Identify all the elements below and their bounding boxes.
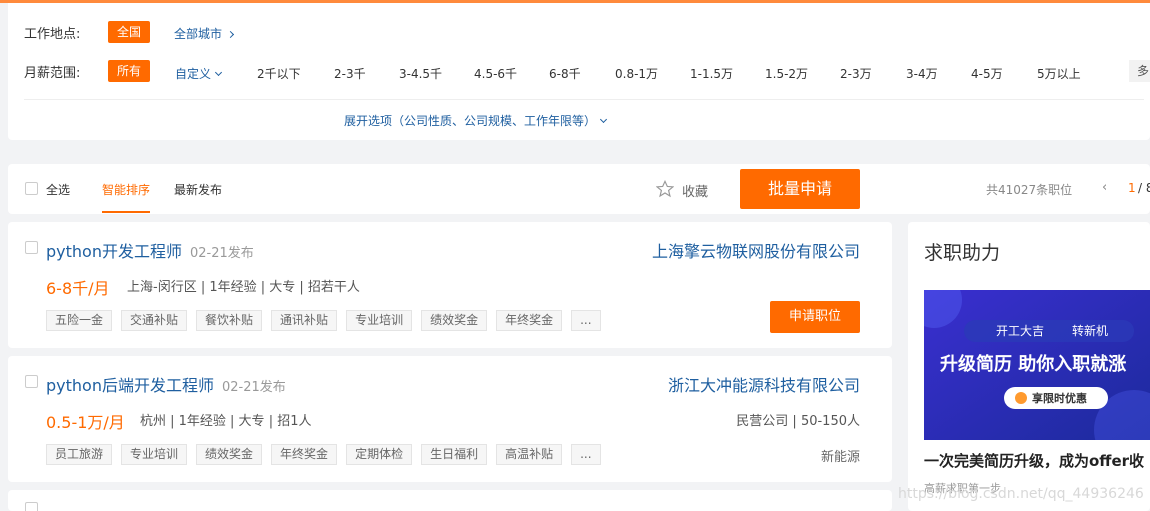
banner-top-text: 开工大吉 bbox=[996, 324, 1045, 338]
job-tag: 餐饮补贴 bbox=[196, 310, 263, 331]
expand-options-label: 展开选项（公司性质、公司规模、工作年限等） bbox=[343, 114, 596, 128]
banner-top-text-2: 转新机 bbox=[1072, 324, 1109, 338]
location-all-pill[interactable]: 全国 bbox=[108, 21, 151, 43]
promo-title[interactable]: 一次完美简历升级，成为offer收 bbox=[924, 450, 1144, 471]
location-row: 工作地点: 全国 bbox=[24, 21, 151, 43]
salary-option[interactable]: 1-1.5万 bbox=[690, 65, 733, 82]
job-tag: 五险一金 bbox=[46, 310, 113, 331]
job-card[interactable]: python开发工程师 02-21发布 上海擎云物联网股份有限公司 6-8千/月 … bbox=[8, 222, 892, 348]
tab-smart-sort[interactable]: 智能排序 bbox=[102, 181, 150, 198]
job-tag: 高温补贴 bbox=[496, 444, 563, 465]
job-checkbox[interactable] bbox=[25, 502, 38, 511]
side-title: 求职助力 bbox=[924, 242, 1001, 264]
job-tag: 交通补贴 bbox=[121, 310, 188, 331]
job-salary: 0.5-1万/月 bbox=[46, 413, 125, 432]
job-checkbox[interactable] bbox=[25, 375, 38, 388]
job-tag: 定期体检 bbox=[346, 444, 413, 465]
chevron-right-icon bbox=[226, 30, 235, 39]
job-tags: 员工旅游 专业培训 绩效奖金 年终奖金 定期体检 生日福利 高温补贴 ... bbox=[46, 444, 601, 465]
salary-option[interactable]: 2-3千 bbox=[334, 65, 366, 82]
filter-panel: 工作地点: 全国 全部城市 月薪范围: 所有 自定义 2千以下 2-3千 3-4… bbox=[8, 3, 1150, 140]
chevron-down-icon bbox=[214, 68, 223, 77]
apply-job-button[interactable]: 申请职位 bbox=[770, 301, 860, 333]
company-name[interactable]: 上海擎云物联网股份有限公司 bbox=[652, 238, 860, 262]
more-tags-button[interactable]: ... bbox=[571, 444, 601, 465]
tab-latest[interactable]: 最新发布 bbox=[174, 181, 222, 198]
salary-option[interactable]: 5万以上 bbox=[1037, 65, 1081, 82]
location-label: 工作地点: bbox=[24, 26, 81, 42]
job-meta: 上海-闵行区 | 1年经验 | 大专 | 招若干人 bbox=[127, 280, 360, 295]
select-all-label[interactable]: 全选 bbox=[46, 181, 70, 198]
salary-custom-dropdown[interactable]: 自定义 bbox=[175, 65, 223, 82]
job-tag: 员工旅游 bbox=[46, 444, 113, 465]
job-checkbox[interactable] bbox=[25, 241, 38, 254]
salary-option[interactable]: 0.8-1万 bbox=[615, 65, 658, 82]
company-meta: 民营公司 | 50-150人 bbox=[736, 414, 860, 429]
star-icon[interactable] bbox=[656, 180, 674, 198]
job-card[interactable]: python后端开发工程师 02-21发布 浙江大冲能源科技有限公司 0.5-1万… bbox=[8, 356, 892, 482]
job-salary: 6-8千/月 bbox=[46, 279, 110, 298]
expand-options-link[interactable]: 展开选项（公司性质、公司规模、工作年限等） bbox=[8, 112, 942, 129]
watermark: https://blog.csdn.net/qq_44936246 bbox=[898, 486, 1144, 502]
filter-divider bbox=[24, 99, 1144, 100]
job-meta: 杭州 | 1年经验 | 大专 | 招1人 bbox=[140, 414, 312, 429]
job-tag: 年终奖金 bbox=[496, 310, 563, 331]
job-tag: 专业培训 bbox=[121, 444, 188, 465]
job-card[interactable] bbox=[8, 490, 892, 511]
total-count: 共41027条职位 bbox=[986, 183, 1073, 197]
job-tag: 通讯补贴 bbox=[271, 310, 338, 331]
promo-banner[interactable]: 开工大吉 转新机 升级简历 助你入职就涨 享限时优惠 bbox=[924, 290, 1150, 440]
chevron-down-icon bbox=[599, 115, 608, 124]
salary-row: 月薪范围: 所有 bbox=[24, 60, 151, 82]
salary-option[interactable]: 6-8千 bbox=[549, 65, 581, 82]
all-cities-link[interactable]: 全部城市 bbox=[174, 25, 235, 42]
job-title[interactable]: python开发工程师 bbox=[46, 242, 182, 261]
company-industry: 新能源 bbox=[820, 450, 860, 465]
job-title-row: python后端开发工程师 02-21发布 bbox=[46, 372, 286, 396]
salary-option[interactable]: 2千以下 bbox=[257, 65, 301, 82]
batch-apply-button[interactable]: 批量申请 bbox=[740, 169, 860, 209]
banner-badge: 享限时优惠 bbox=[1032, 392, 1087, 405]
page-current: 1 bbox=[1128, 181, 1136, 195]
page-total: / 8 bbox=[1138, 181, 1150, 195]
banner-headline: 升级简历 助你入职就涨 bbox=[940, 354, 1127, 375]
salary-label: 月薪范围: bbox=[24, 65, 81, 81]
salary-option[interactable]: 4-5万 bbox=[971, 65, 1003, 82]
active-tab-indicator bbox=[102, 211, 150, 213]
job-tag: 专业培训 bbox=[346, 310, 413, 331]
job-tag: 绩效奖金 bbox=[196, 444, 263, 465]
career-help-panel: 求职助力 开工大吉 转新机 升级简历 助你入职就涨 享限时优惠 一次完美简历升级… bbox=[908, 222, 1150, 511]
job-tag: 生日福利 bbox=[421, 444, 488, 465]
all-cities-label: 全部城市 bbox=[174, 27, 223, 41]
salary-option[interactable]: 3-4万 bbox=[906, 65, 938, 82]
job-title[interactable]: python后端开发工程师 bbox=[46, 376, 214, 395]
more-tags-button[interactable]: ... bbox=[571, 310, 601, 331]
job-tag: 年终奖金 bbox=[271, 444, 338, 465]
select-all-checkbox[interactable] bbox=[25, 182, 38, 195]
salary-option[interactable]: 1.5-2万 bbox=[765, 65, 808, 82]
job-title-row: python开发工程师 02-21发布 bbox=[46, 238, 254, 262]
results-toolbar: 全选 智能排序 最新发布 收藏 批量申请 共41027条职位 ‹ 1 / 8 bbox=[8, 164, 1150, 214]
salary-option[interactable]: 2-3万 bbox=[840, 65, 872, 82]
job-date: 02-21发布 bbox=[221, 380, 286, 395]
prev-page-icon[interactable]: ‹ bbox=[1102, 180, 1107, 195]
company-name[interactable]: 浙江大冲能源科技有限公司 bbox=[668, 372, 860, 396]
salary-option[interactable]: 4.5-6千 bbox=[474, 65, 517, 82]
favorite-label[interactable]: 收藏 bbox=[682, 181, 708, 200]
salary-option[interactable]: 3-4.5千 bbox=[399, 65, 442, 82]
job-tags: 五险一金 交通补贴 餐饮补贴 通讯补贴 专业培训 绩效奖金 年终奖金 ... bbox=[46, 310, 601, 331]
job-date: 02-21发布 bbox=[189, 246, 254, 261]
salary-all-pill[interactable]: 所有 bbox=[108, 60, 151, 82]
more-options-button[interactable]: 多 bbox=[1129, 60, 1150, 82]
salary-custom-label: 自定义 bbox=[175, 67, 212, 81]
job-tag: 绩效奖金 bbox=[421, 310, 488, 331]
